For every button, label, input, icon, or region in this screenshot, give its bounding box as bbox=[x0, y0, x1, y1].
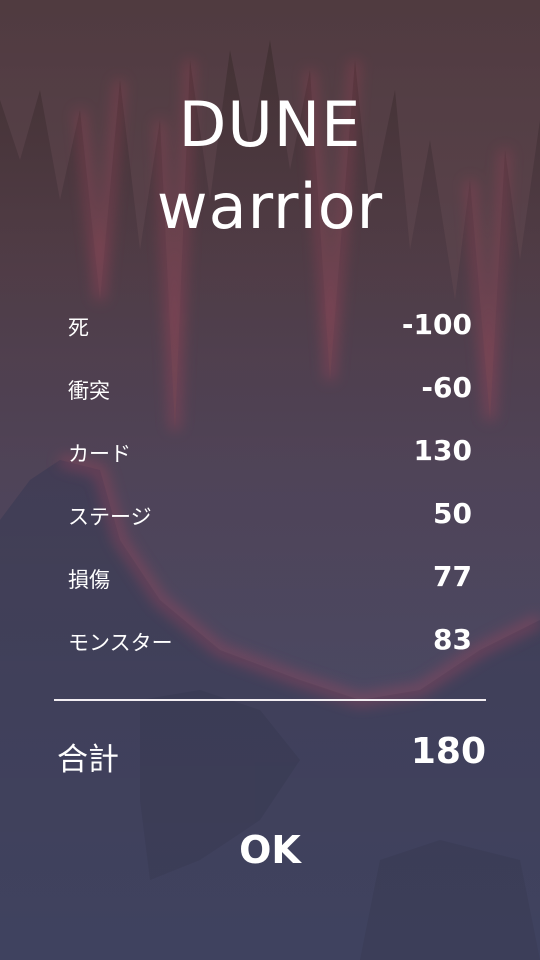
score-value: 83 bbox=[433, 623, 472, 656]
score-value: 77 bbox=[433, 560, 472, 593]
score-row-collision: 衝突 -60 bbox=[68, 361, 472, 424]
score-label: カード bbox=[68, 442, 131, 466]
game-title-line1: DUNE bbox=[178, 88, 362, 161]
score-label: 損傷 bbox=[68, 568, 110, 592]
score-label: 衝突 bbox=[68, 379, 110, 403]
score-value: 50 bbox=[433, 497, 472, 530]
score-label: モンスター bbox=[68, 631, 173, 655]
score-breakdown: 死 -100 衝突 -60 カード 130 ステージ 50 損傷 77 モンスタ… bbox=[68, 298, 472, 676]
total-label: 合計 bbox=[57, 742, 119, 778]
score-label: ステージ bbox=[68, 505, 152, 529]
score-row-cards: カード 130 bbox=[68, 424, 472, 487]
score-row-monsters: モンスター 83 bbox=[68, 613, 472, 676]
score-value: -100 bbox=[401, 308, 472, 341]
total-value: 180 bbox=[410, 731, 486, 772]
ok-button[interactable]: OK bbox=[210, 818, 330, 882]
total-divider bbox=[54, 699, 486, 701]
score-row-death: 死 -100 bbox=[68, 298, 472, 361]
score-row-stage: ステージ 50 bbox=[68, 487, 472, 550]
score-value: 130 bbox=[413, 434, 472, 467]
game-title-line2: warrior bbox=[156, 170, 384, 243]
score-row-damage: 損傷 77 bbox=[68, 550, 472, 613]
score-label: 死 bbox=[68, 316, 89, 340]
score-value: -60 bbox=[421, 371, 472, 404]
